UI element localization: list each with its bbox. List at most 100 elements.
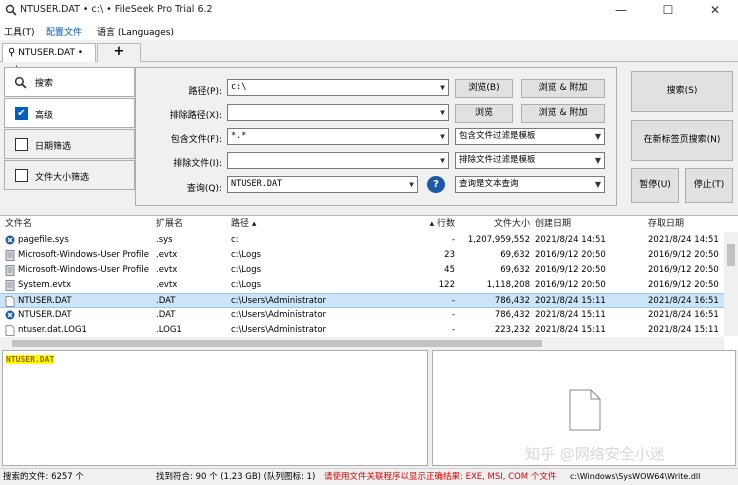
status-warning: 请使用文件关联程序以显示正确结果: EXE, MSI, COM 个文件 [324, 472, 557, 482]
title-bar: NTUSER.DAT • c:\ • FileSeek Pro Trial 6.… [0, 0, 738, 20]
include-files-input[interactable]: *.* ▼ [227, 128, 449, 145]
cell-size: 69,632 [500, 250, 530, 260]
exclude-files-label: 排除文件(I): [173, 159, 222, 169]
file-icon [5, 296, 15, 307]
table-row[interactable]: NTUSER.DAT .DAT c:\Users\Administrator - 786… [0, 293, 724, 308]
advanced-checkbox-icon: ✔ [15, 107, 28, 120]
pause-button[interactable]: 暂停(U) [631, 168, 679, 203]
document-icon [569, 389, 601, 431]
cell-accessed: 2021/8/24 15:11 [648, 325, 719, 335]
cell-ext: .evtx [156, 265, 178, 275]
table-row[interactable]: System.evtx .evtx c:\Logs 122 1,118,208 2016/… [0, 278, 724, 293]
minimize-button[interactable]: — [598, 0, 644, 20]
cell-accessed: 2016/9/12 20:50 [648, 250, 719, 260]
scroll-thumb[interactable] [12, 340, 542, 347]
chevron-down-icon: ▼ [594, 132, 601, 141]
scroll-thumb[interactable] [727, 244, 735, 266]
cell-lines: 122 [438, 280, 455, 290]
cell-created: 2021/8/24 15:11 [535, 296, 606, 306]
advanced-toggle[interactable]: ✔ 高级 [4, 98, 135, 128]
menu-tools[interactable]: 工具(T) [4, 25, 35, 38]
file-icon [5, 325, 15, 336]
tab-ntuser[interactable]: ⚲ NTUSER.DAT • c:\ [2, 43, 96, 75]
table-row[interactable]: pagefile.sys .sys c: - 1,207,959,552 2021/8/2… [0, 233, 724, 248]
log-file-icon [5, 280, 15, 291]
window-title: NTUSER.DAT • c:\ • FileSeek Pro Trial 6.… [20, 4, 213, 15]
size-filter-label: 文件大小筛选 [35, 173, 90, 183]
browse-append-path-button[interactable]: 浏览 & 附加 [521, 79, 605, 98]
cell-lines: - [451, 296, 455, 306]
help-icon[interactable]: ? [427, 176, 445, 193]
menu-bar: 工具(T) 配置文件 语言 (Languages) [0, 20, 738, 40]
cell-name: NTUSER.DAT [18, 310, 72, 320]
cell-name: ntuser.dat.LOG1 [18, 325, 87, 335]
date-filter-checkbox-icon [15, 138, 28, 151]
search-new-tab-button[interactable]: 在新标签页搜索(N) [631, 120, 733, 161]
cell-created: 2016/9/12 20:50 [535, 250, 606, 260]
query-input[interactable]: NTUSER.DAT ▼ [227, 176, 418, 193]
vertical-scrollbar[interactable] [724, 232, 738, 336]
search-button[interactable]: 搜索(S) [631, 71, 733, 112]
cell-path: c: [231, 235, 239, 245]
exclude-files-input[interactable]: ▼ [227, 152, 449, 169]
cell-ext: .evtx [156, 280, 178, 290]
cell-accessed: 2016/9/12 20:50 [648, 265, 719, 275]
menu-profiles[interactable]: 配置文件 [46, 25, 82, 38]
maximize-button[interactable]: ☐ [645, 0, 691, 20]
status-path: c:\Windows\SysWOW64\Write.dll [570, 472, 701, 481]
cell-lines: 45 [444, 265, 455, 275]
cell-ext: .LOG1 [156, 325, 182, 335]
col-extension[interactable]: 扩展名 [156, 216, 183, 232]
col-created[interactable]: 创建日期 [535, 216, 571, 232]
cell-ext: .evtx [156, 250, 178, 260]
tab-search-icon: ⚲ [8, 47, 16, 58]
col-filename[interactable]: 文件名 [5, 216, 32, 232]
file-preview-pane: 知乎 @网络安全小迷 [432, 350, 736, 466]
log-file-icon [5, 250, 15, 261]
menu-languages[interactable]: 语言 (Languages) [97, 25, 174, 38]
date-filter-toggle[interactable]: 日期筛选 [4, 129, 135, 159]
path-input[interactable]: c:\ ▼ [227, 79, 449, 96]
chevron-down-icon: ▼ [440, 108, 445, 117]
text-preview-pane[interactable]: NTUSER.DAT [2, 350, 428, 466]
col-accessed[interactable]: 存取日期 [648, 216, 684, 232]
include-files-label: 包含文件(F): [170, 135, 222, 145]
cell-size: 223,232 [494, 325, 530, 335]
col-lines[interactable]: ▴ 行数 [400, 216, 455, 232]
tab-bar: ⚲ NTUSER.DAT • c:\ + [0, 40, 738, 75]
col-path[interactable]: 路径 ▴ [231, 216, 256, 232]
close-button[interactable]: ✕ [692, 0, 738, 20]
table-row[interactable]: NTUSER.DAT .DAT c:\Users\Administrator - 786… [0, 308, 724, 323]
cell-name: Microsoft-Windows-User Profile S... [18, 265, 152, 275]
query-mode-select[interactable]: 查询是文本查询 ▼ [455, 176, 605, 193]
app-search-icon [5, 4, 17, 16]
date-filter-label: 日期筛选 [35, 142, 72, 152]
include-mode-select[interactable]: 包含文件过滤是模板 ▼ [455, 128, 605, 145]
stop-button[interactable]: 停止(T) [685, 168, 733, 203]
table-row[interactable]: Microsoft-Windows-User Profile S... .evtx… [0, 248, 724, 263]
col-size[interactable]: 文件大小 [460, 216, 530, 232]
browse-path-button[interactable]: 浏览(B) [455, 79, 513, 98]
cell-created: 2021/8/24 14:51 [535, 235, 606, 245]
status-searched: 搜索的文件: 6257 个 [3, 472, 84, 482]
chevron-down-icon: ▼ [440, 156, 445, 165]
table-row[interactable]: ntuser.dat.LOG1 .LOG1 c:\Users\Administrat… [0, 323, 724, 338]
exclude-path-input[interactable]: ▼ [227, 104, 449, 121]
chevron-down-icon: ▼ [594, 180, 601, 189]
exclude-mode-select[interactable]: 排除文件过滤是模板 ▼ [455, 152, 605, 169]
add-tab-button[interactable]: + [97, 43, 141, 62]
cell-lines: - [451, 325, 455, 335]
cell-size: 69,632 [500, 265, 530, 275]
browse-exclude-button[interactable]: 浏览 [455, 104, 513, 123]
table-row[interactable]: Microsoft-Windows-User Profile S... .evtx… [0, 263, 724, 278]
size-filter-toggle[interactable]: 文件大小筛选 [4, 160, 135, 190]
highlighted-match: NTUSER.DAT [6, 355, 55, 364]
watermark: 知乎 @网络安全小迷 [525, 445, 665, 463]
status-bar: 搜索的文件: 6257 个 找到符合: 90 个 (1.23 GB) (队列图标… [0, 468, 738, 485]
search-side-button[interactable]: 搜索 [4, 67, 135, 97]
horizontal-scrollbar[interactable] [0, 337, 724, 350]
browse-append-exclude-button[interactable]: 浏览 & 附加 [521, 104, 605, 123]
error-icon [5, 310, 15, 321]
cell-lines: 23 [444, 250, 455, 260]
results-table: 文件名 扩展名 路径 ▴ ▴ 行数 文件大小 创建日期 存取日期 pagefil… [0, 215, 738, 350]
